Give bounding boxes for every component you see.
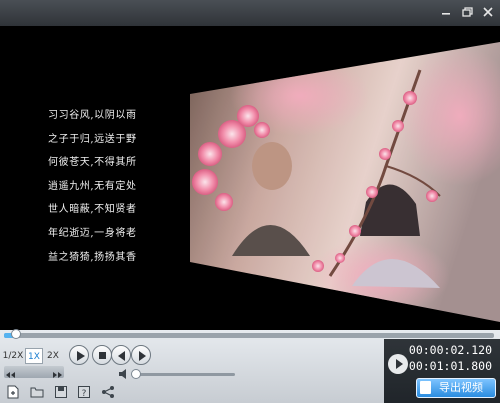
total-time: 00:01:01.800 xyxy=(408,359,492,373)
next-button[interactable] xyxy=(131,345,151,365)
volume-slider[interactable] xyxy=(133,373,235,376)
video-preview[interactable]: 习习谷风,以阴以雨 之子于归,远送于野 何彼苍天,不得其所 逍遥九州,无有定处 … xyxy=(0,26,500,330)
previous-button[interactable] xyxy=(111,345,131,365)
open-folder-icon[interactable] xyxy=(30,385,44,399)
frame-step-bar[interactable] xyxy=(4,366,64,378)
volume-handle[interactable] xyxy=(131,369,141,379)
play-icon xyxy=(77,351,85,361)
volume-icon[interactable] xyxy=(118,369,130,379)
export-label: 导出视频 xyxy=(439,381,483,394)
export-icon xyxy=(420,381,431,394)
current-time: 00:00:02.120 xyxy=(408,343,492,357)
frame-step-icon xyxy=(6,372,62,378)
speed-half-button[interactable]: 1/2X xyxy=(2,348,24,364)
close-icon[interactable] xyxy=(480,4,496,20)
speed-double-button[interactable]: 2X xyxy=(44,348,62,364)
new-project-icon[interactable] xyxy=(6,385,20,399)
export-video-button[interactable]: 导出视频 xyxy=(416,378,496,398)
stop-button[interactable] xyxy=(92,345,112,365)
seek-bar[interactable] xyxy=(4,333,494,338)
share-icon[interactable] xyxy=(101,385,115,399)
previous-icon xyxy=(118,351,125,361)
svg-text:?: ? xyxy=(82,389,87,399)
photo-slide xyxy=(190,42,500,322)
play-icon xyxy=(396,359,403,369)
preview-play-button[interactable] xyxy=(388,354,408,374)
next-icon xyxy=(139,351,146,361)
stop-icon xyxy=(99,352,106,359)
restore-icon[interactable] xyxy=(460,4,476,20)
speed-normal-button[interactable]: 1X xyxy=(25,348,43,364)
title-bar xyxy=(0,0,500,26)
play-button[interactable] xyxy=(69,345,89,365)
minimize-icon[interactable] xyxy=(438,4,454,20)
help-icon[interactable]: ? xyxy=(77,385,91,399)
save-icon[interactable] xyxy=(54,385,68,399)
